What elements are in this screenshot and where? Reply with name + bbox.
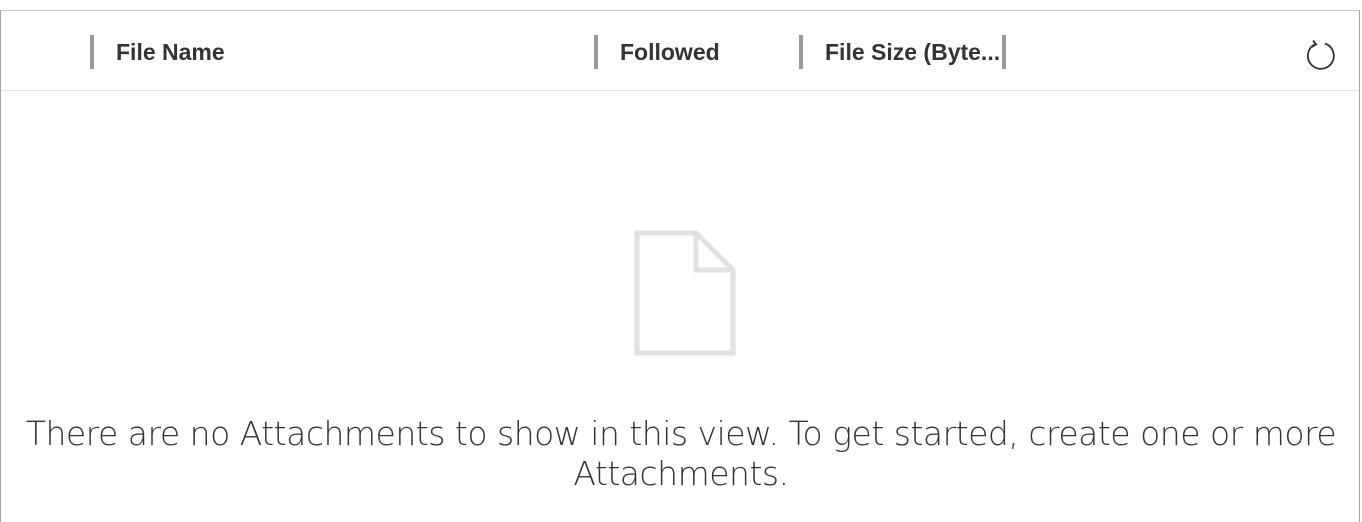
column-header-label: File Size (Byte...	[825, 38, 1001, 65]
column-header-file-name[interactable]: File Name	[90, 34, 225, 70]
column-header-label: File Name	[116, 38, 225, 65]
column-separator[interactable]	[594, 35, 598, 69]
document-icon	[634, 230, 736, 356]
refresh-icon	[1306, 39, 1335, 70]
attachments-grid: File Name Followed File Size (Byte... Th…	[0, 10, 1360, 522]
column-separator[interactable]	[90, 35, 94, 69]
grid-header: File Name Followed File Size (Byte...	[1, 11, 1359, 91]
refresh-button[interactable]	[1304, 39, 1338, 73]
column-header-followed[interactable]: Followed	[594, 34, 720, 70]
empty-state-message: There are no Attachments to show in this…	[25, 414, 1337, 493]
column-resize-handle[interactable]	[1002, 35, 1007, 69]
column-header-label: Followed	[620, 38, 720, 65]
column-separator[interactable]	[799, 35, 803, 69]
column-header-file-size[interactable]: File Size (Byte...	[799, 34, 1007, 70]
